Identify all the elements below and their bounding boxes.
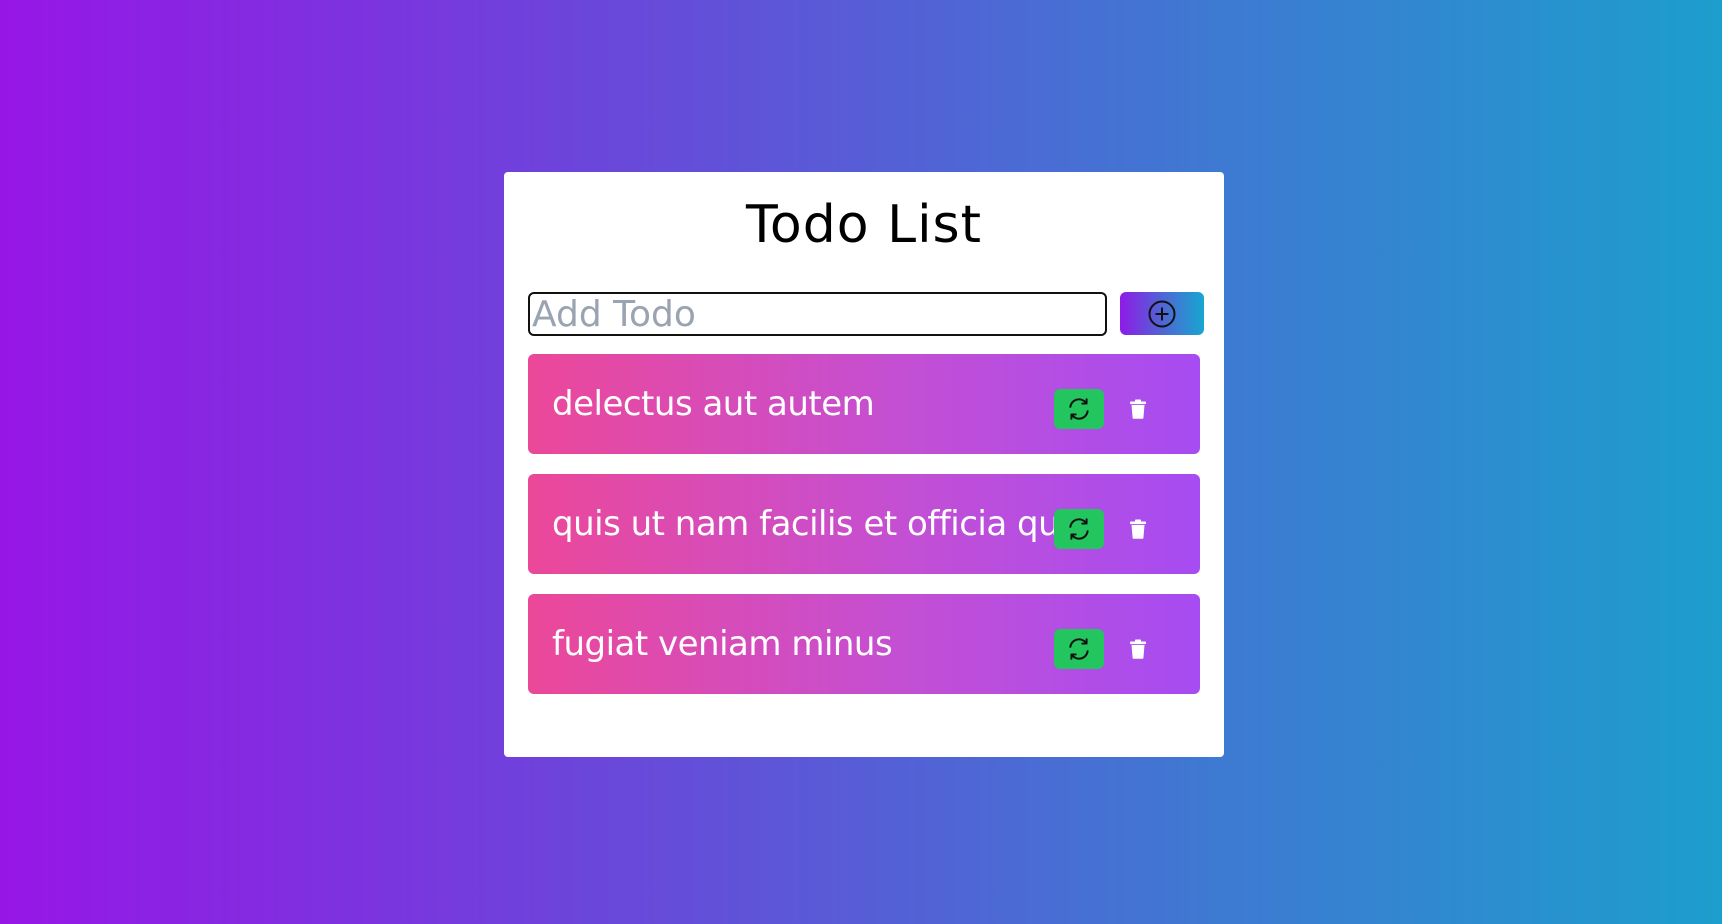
trash-icon: [1129, 519, 1147, 539]
todo-text: delectus aut autem: [552, 384, 875, 424]
refresh-button[interactable]: [1054, 509, 1104, 549]
page-title: Todo List: [746, 195, 982, 255]
add-todo-form: [528, 292, 1204, 336]
add-todo-button[interactable]: [1120, 292, 1204, 335]
todo-list: delectus aut autem quis ut nam facilis e…: [528, 354, 1200, 714]
refresh-button[interactable]: [1054, 629, 1104, 669]
add-todo-input[interactable]: [528, 292, 1107, 336]
todo-item: delectus aut autem: [528, 354, 1200, 454]
refresh-icon: [1066, 396, 1092, 422]
trash-icon: [1129, 639, 1147, 659]
refresh-button[interactable]: [1054, 389, 1104, 429]
refresh-icon: [1066, 516, 1092, 542]
todo-card: Todo List delectus aut autem: [504, 172, 1224, 757]
todo-item: fugiat veniam minus: [528, 594, 1200, 694]
refresh-icon: [1066, 636, 1092, 662]
plus-circle-icon: [1147, 299, 1177, 329]
trash-icon: [1129, 399, 1147, 419]
todo-item: quis ut nam facilis et officia qui: [528, 474, 1200, 574]
delete-button[interactable]: [1123, 512, 1153, 546]
todo-text: quis ut nam facilis et officia qui: [552, 504, 1069, 544]
todo-text: fugiat veniam minus: [552, 624, 893, 664]
delete-button[interactable]: [1123, 392, 1153, 426]
delete-button[interactable]: [1123, 632, 1153, 666]
